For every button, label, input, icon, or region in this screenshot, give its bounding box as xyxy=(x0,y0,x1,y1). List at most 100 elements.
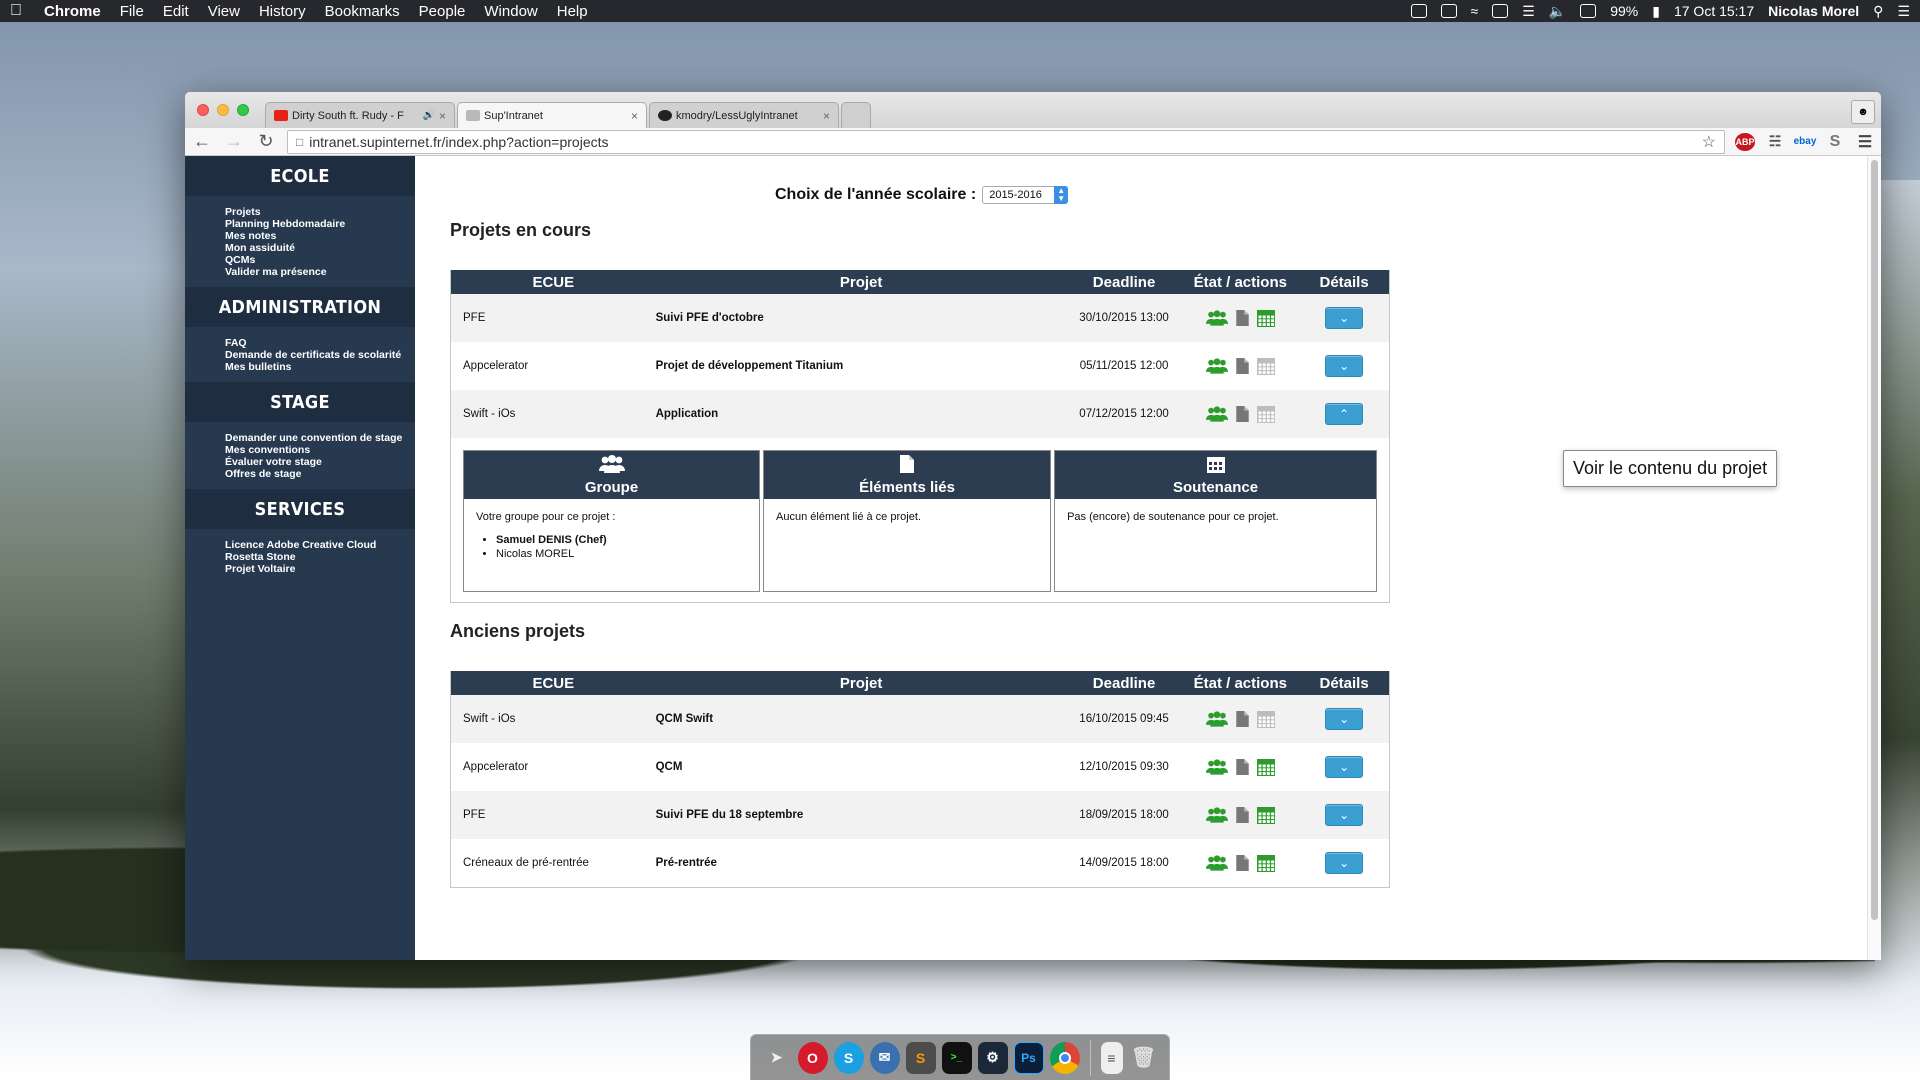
volume-icon[interactable]: 🔈 xyxy=(1549,3,1566,20)
document-icon[interactable] xyxy=(1236,310,1249,326)
sidebar-item-rosetta[interactable]: Rosetta Stone xyxy=(225,551,415,563)
close-tab-icon[interactable]: × xyxy=(439,109,446,123)
sidebar-item-notes[interactable]: Mes notes xyxy=(225,230,415,242)
sidebar-item-offres[interactable]: Offres de stage xyxy=(225,468,415,480)
details-toggle-button[interactable]: ⌄ xyxy=(1325,355,1364,377)
sidebar-item-convention[interactable]: Demander une convention de stage xyxy=(225,432,415,444)
address-bar[interactable]: □ intranet.supinternet.fr/index.php?acti… xyxy=(287,129,1725,154)
menu-app[interactable]: Chrome xyxy=(44,3,101,20)
document-icon[interactable] xyxy=(1236,711,1249,727)
user-menu[interactable]: Nicolas Morel xyxy=(1768,3,1859,19)
calendar-status-icon[interactable] xyxy=(1580,4,1597,18)
clock[interactable]: 17 Oct 15:17 xyxy=(1674,3,1754,19)
tab-supintranet[interactable]: Sup'Intranet × xyxy=(457,102,647,128)
calendar-icon[interactable] xyxy=(1256,806,1275,824)
scrollbar-thumb[interactable] xyxy=(1871,160,1878,920)
details-toggle-button[interactable]: ⌄ xyxy=(1325,852,1364,874)
document-icon[interactable] xyxy=(1236,759,1249,775)
document-icon[interactable]: ≡ xyxy=(1100,1041,1123,1074)
document-icon[interactable] xyxy=(1236,406,1249,422)
close-tab-icon[interactable]: × xyxy=(823,109,830,123)
skype-icon[interactable]: S xyxy=(833,1041,864,1074)
reload-icon[interactable]: ↻ xyxy=(255,131,277,152)
details-toggle-button[interactable]: ⌄ xyxy=(1325,307,1364,329)
close-window-button[interactable] xyxy=(197,104,209,116)
sidebar-item-projets[interactable]: Projets xyxy=(225,206,415,218)
group-icon[interactable] xyxy=(1205,759,1228,775)
opera-icon[interactable]: O xyxy=(797,1041,828,1074)
sidebar-item-mes-conventions[interactable]: Mes conventions xyxy=(225,444,415,456)
spotlight-icon[interactable]: ⚲ xyxy=(1873,3,1883,20)
airplay-icon[interactable] xyxy=(1492,4,1509,18)
back-icon[interactable]: ← xyxy=(191,131,213,152)
group-icon[interactable] xyxy=(1205,310,1228,326)
vertical-scrollbar[interactable] xyxy=(1867,156,1881,960)
trash-icon[interactable]: 🗑 xyxy=(1129,1042,1159,1074)
sidebar-item-evaluer[interactable]: Évaluer votre stage xyxy=(225,456,415,468)
ebay-icon[interactable]: ebay xyxy=(1794,133,1817,151)
calendar-icon[interactable] xyxy=(1256,758,1275,776)
sidebar-item-certificats[interactable]: Demande de certificats de scolarité xyxy=(225,349,415,361)
menu-people[interactable]: People xyxy=(419,3,466,20)
document-icon[interactable] xyxy=(1236,358,1249,374)
wifi-icon[interactable]: ☰ xyxy=(1522,3,1535,20)
year-select[interactable]: 2015-2016 ▲ ▼ xyxy=(982,186,1069,204)
airdrop-icon[interactable]: ≈ xyxy=(1471,3,1479,19)
s-extension-icon[interactable]: S xyxy=(1825,133,1845,151)
sidebar-item-faq[interactable]: FAQ xyxy=(225,337,415,349)
profile-icon[interactable]: ☻ xyxy=(1851,100,1875,124)
sidebar-item-assiduite[interactable]: Mon assiduité xyxy=(225,242,415,254)
close-tab-icon[interactable]: × xyxy=(631,109,638,123)
document-icon[interactable] xyxy=(1236,807,1249,823)
sidebar-item-presence[interactable]: Valider ma présence xyxy=(225,266,415,278)
equalizer-icon[interactable]: ☵ xyxy=(1765,133,1785,151)
steam-icon[interactable]: ⚙ xyxy=(977,1041,1008,1074)
calendar-icon[interactable] xyxy=(1256,405,1275,423)
zoom-window-button[interactable] xyxy=(237,104,249,116)
details-toggle-button[interactable]: ⌄ xyxy=(1325,708,1364,730)
details-toggle-button[interactable]: ⌄ xyxy=(1325,756,1364,778)
group-icon[interactable] xyxy=(1205,855,1228,871)
status-check-icon[interactable] xyxy=(1410,4,1427,18)
details-toggle-button[interactable]: ⌃ xyxy=(1325,403,1364,425)
menu-view[interactable]: View xyxy=(208,3,240,20)
apple-icon[interactable]:  xyxy=(10,2,28,20)
menu-bookmarks[interactable]: Bookmarks xyxy=(325,3,400,20)
terminal-icon[interactable]: >_ xyxy=(941,1041,972,1074)
photoshop-icon[interactable]: Ps xyxy=(1013,1041,1044,1074)
tab-github[interactable]: kmodry/LessUglyIntranet × xyxy=(649,102,839,128)
details-toggle-button[interactable]: ⌄ xyxy=(1325,804,1364,826)
calendar-icon[interactable] xyxy=(1256,309,1275,327)
calendar-icon[interactable] xyxy=(1256,710,1275,728)
adblock-icon[interactable]: ABP xyxy=(1735,132,1755,151)
sidebar-item-qcms[interactable]: QCMs xyxy=(225,254,415,266)
group-icon[interactable] xyxy=(1205,807,1228,823)
send-icon[interactable]: ➤ xyxy=(762,1042,792,1074)
menu-window[interactable]: Window xyxy=(484,3,537,20)
sidebar-item-planning[interactable]: Planning Hebdomadaire xyxy=(225,218,415,230)
sublime-icon[interactable]: S xyxy=(905,1041,936,1074)
notification-center-icon[interactable]: ☰ xyxy=(1897,3,1910,20)
new-tab-button[interactable] xyxy=(841,102,871,128)
menu-file[interactable]: File xyxy=(120,3,144,20)
sidebar-item-bulletins[interactable]: Mes bulletins xyxy=(225,361,415,373)
thunderbird-icon[interactable]: ✉ xyxy=(869,1041,900,1074)
chrome-menu-icon[interactable]: ☰ xyxy=(1855,133,1875,151)
menu-help[interactable]: Help xyxy=(557,3,588,20)
chrome-icon[interactable] xyxy=(1049,1041,1080,1074)
status-app-icon[interactable] xyxy=(1440,4,1457,18)
document-icon[interactable] xyxy=(1236,855,1249,871)
battery-icon[interactable]: ▮ xyxy=(1652,3,1660,20)
menu-history[interactable]: History xyxy=(259,3,306,20)
tab-youtube[interactable]: Dirty South ft. Rudy - F 🔊 × xyxy=(265,102,455,128)
group-icon[interactable] xyxy=(1205,358,1228,374)
forward-icon[interactable]: → xyxy=(223,131,245,152)
group-icon[interactable] xyxy=(1205,406,1228,422)
menu-edit[interactable]: Edit xyxy=(163,3,189,20)
bookmark-star-icon[interactable]: ☆ xyxy=(1702,132,1716,152)
group-icon[interactable] xyxy=(1205,711,1228,727)
minimize-window-button[interactable] xyxy=(217,104,229,116)
calendar-icon[interactable] xyxy=(1256,854,1275,872)
sidebar-item-adobe[interactable]: Licence Adobe Creative Cloud xyxy=(225,539,415,551)
sidebar-item-voltaire[interactable]: Projet Voltaire xyxy=(225,563,415,575)
